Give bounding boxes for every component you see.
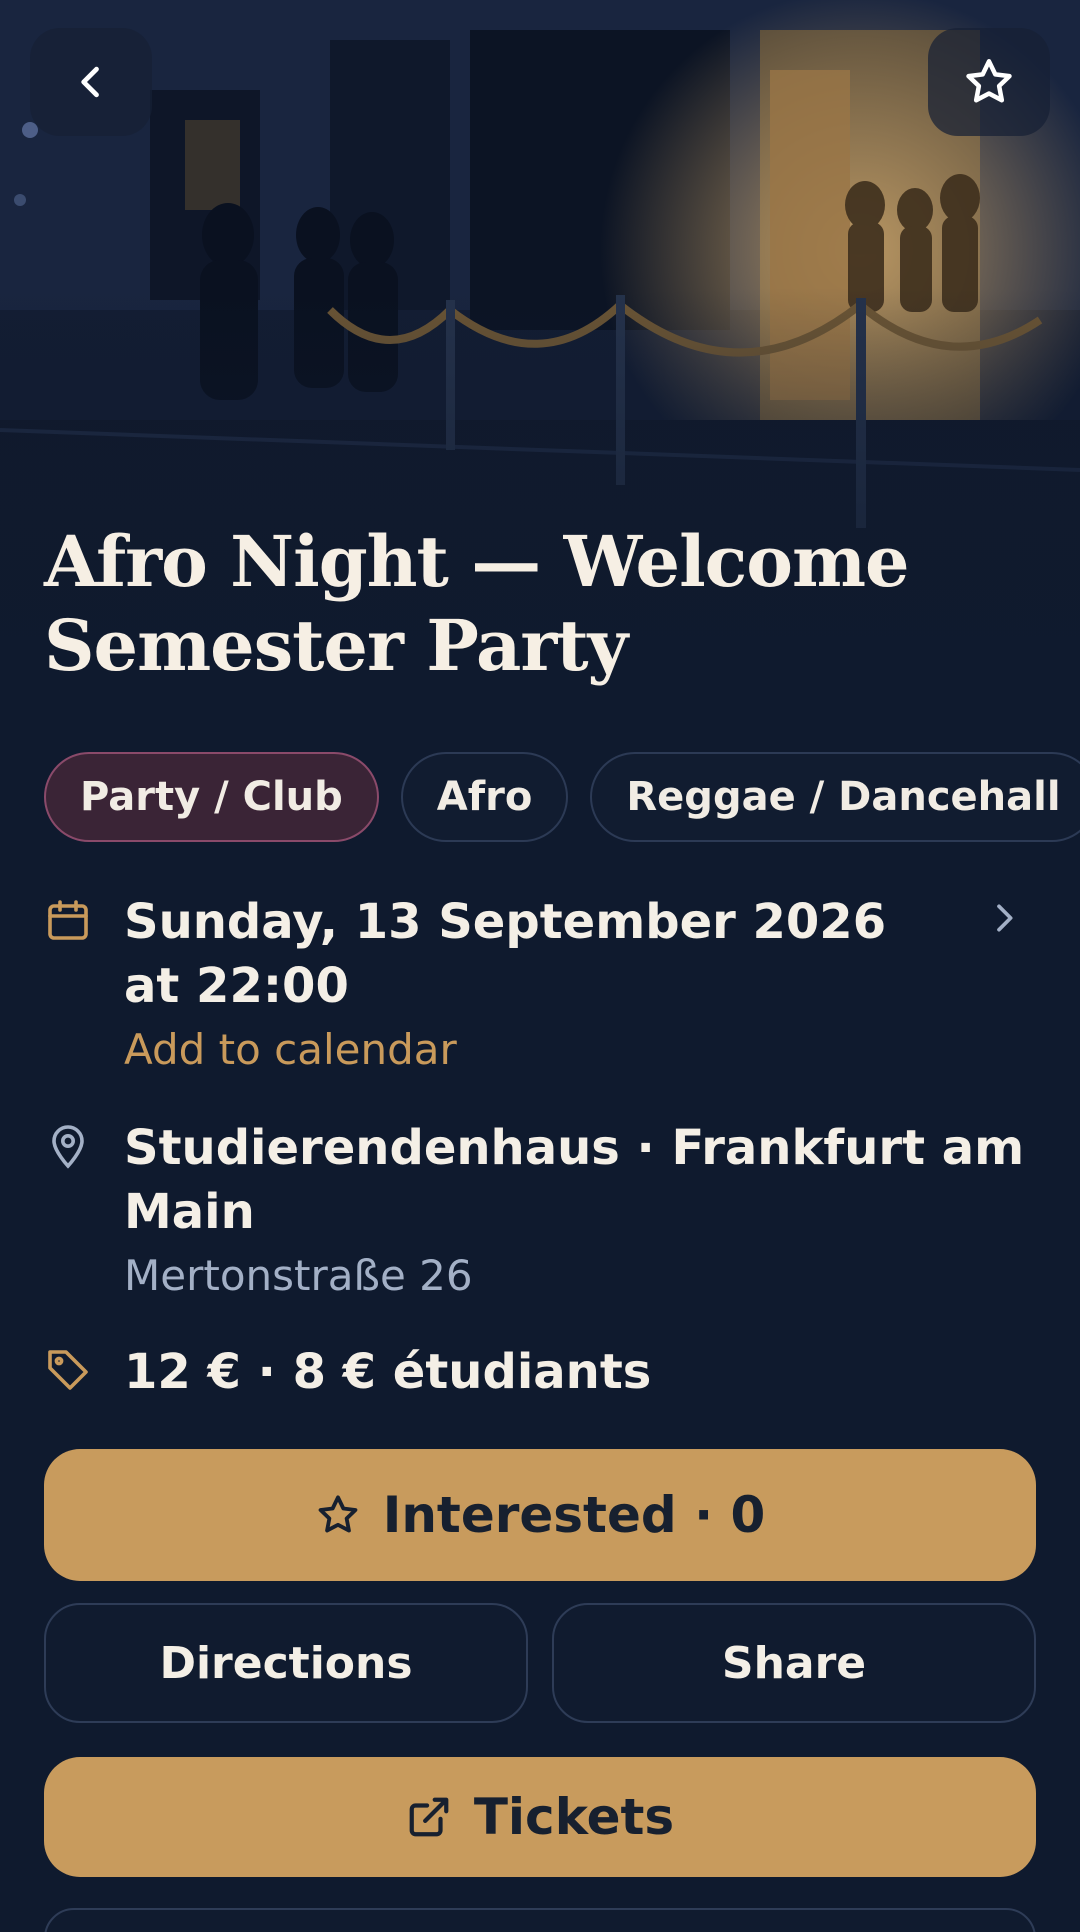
back-button[interactable] <box>30 28 152 136</box>
star-icon <box>318 1495 358 1533</box>
map-pin-icon <box>52 1125 84 1169</box>
date-row[interactable]: Sunday, 13 September 2026 at 22:00 Add t… <box>44 890 1044 1082</box>
star-icon <box>966 59 1012 103</box>
tag-icon <box>48 1350 88 1390</box>
tag-party-club[interactable]: Party / Club <box>44 752 379 842</box>
interested-label: Interested · 0 <box>382 1486 766 1544</box>
tag-reggae-dancehall[interactable]: Reggae / Dancehall <box>590 752 1080 842</box>
favorite-button[interactable] <box>928 28 1050 136</box>
venue-address: Mertonstraße 26 <box>124 1251 473 1300</box>
category-tags: Party / Club Afro Reggae / Dancehall <box>44 752 1080 842</box>
event-date: Sunday, 13 September 2026 at 22:00 <box>124 894 887 1014</box>
directions-button[interactable]: Directions <box>44 1603 528 1723</box>
event-title: Afro Night — Welcome Semester Party <box>44 520 910 687</box>
tickets-label: Tickets <box>473 1788 675 1846</box>
share-button[interactable]: Share <box>552 1603 1036 1723</box>
next-section-card <box>44 1908 1036 1932</box>
chevron-right-icon <box>997 904 1013 932</box>
external-link-icon <box>409 1797 449 1837</box>
price-row: 12 € · 8 € étudiants <box>44 1340 1044 1404</box>
directions-label: Directions <box>159 1637 413 1689</box>
interested-button[interactable]: Interested · 0 <box>44 1449 1036 1581</box>
share-label: Share <box>721 1637 867 1689</box>
location-row[interactable]: Studierendenhaus · Frankfurt am Main Mer… <box>44 1116 1044 1308</box>
calendar-icon <box>48 900 88 940</box>
chevron-left-icon <box>81 66 99 98</box>
tag-afro[interactable]: Afro <box>400 752 569 842</box>
tickets-button[interactable]: Tickets <box>44 1757 1036 1877</box>
add-to-calendar-link[interactable]: Add to calendar <box>124 1018 1044 1082</box>
venue-name: Studierendenhaus · Frankfurt am Main <box>124 1120 1025 1240</box>
price-text: 12 € · 8 € étudiants <box>124 1344 652 1400</box>
